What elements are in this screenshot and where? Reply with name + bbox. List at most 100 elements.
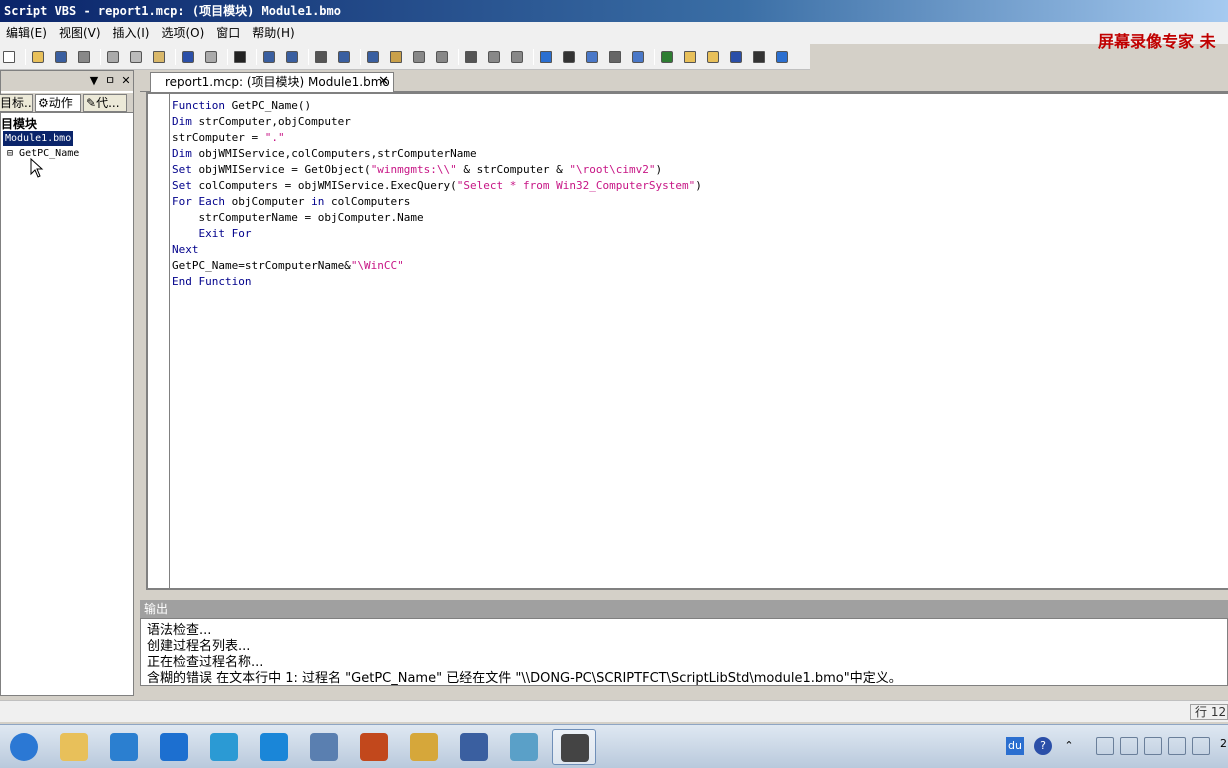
menu-item-2[interactable]: 插入(I): [107, 22, 156, 44]
toolbar-separator: [25, 49, 26, 65]
undo-icon[interactable]: [179, 48, 197, 66]
indent-icon[interactable]: [260, 48, 278, 66]
code-token: objWMIService = GetObject(: [191, 163, 371, 176]
menu-item-1[interactable]: 视图(V): [53, 22, 107, 44]
help-tray-icon[interactable]: ?: [1034, 737, 1052, 755]
tab-action-label: 动作: [48, 96, 73, 110]
tab-code[interactable]: ✎代...: [83, 94, 127, 112]
compile-icon[interactable]: [508, 48, 526, 66]
ie-icon[interactable]: [2, 729, 46, 765]
tab-target[interactable]: 目标...: [0, 94, 33, 112]
pen-icon[interactable]: [750, 48, 768, 66]
code-line: Set objWMIService = GetObject("winmgmts:…: [172, 162, 702, 178]
signal-tray-icon[interactable]: [1168, 737, 1186, 755]
code-line: Dim objWMIService,colComputers,strComput…: [172, 146, 702, 162]
syntax-icon[interactable]: [433, 48, 451, 66]
explorer-icon-glyph: [60, 733, 88, 761]
folder-icon[interactable]: [681, 48, 699, 66]
device-tray-icon[interactable]: [1144, 737, 1162, 755]
code-editor[interactable]: Function GetPC_Name() Dim strComputer,obj…: [146, 92, 1228, 590]
vbs-icon[interactable]: [552, 729, 596, 765]
open-icon[interactable]: [29, 48, 47, 66]
tree-item-label: GetPC_Name: [19, 148, 80, 159]
panel-tabs: 目标... ⚙动作 ✎代...: [0, 93, 133, 113]
wincc-icon[interactable]: [302, 729, 346, 765]
chat-app-icon[interactable]: [252, 729, 296, 765]
explorer-icon[interactable]: [52, 729, 96, 765]
tool-icon[interactable]: [387, 48, 405, 66]
tree-root[interactable]: 目模块: [1, 115, 37, 132]
copy-icon[interactable]: [127, 48, 145, 66]
code-token: strComputer,objComputer: [191, 115, 351, 128]
code-line: Dim strComputer,objComputer: [172, 114, 702, 130]
powerpoint-icon[interactable]: [352, 729, 396, 765]
expand-tray-icon[interactable]: ⌃: [1060, 737, 1078, 755]
output-icon[interactable]: [560, 48, 578, 66]
network-tray-icon[interactable]: [1096, 737, 1114, 755]
volume-tray-icon[interactable]: [1192, 737, 1210, 755]
document-tab[interactable]: report1.mcp: (项目模块) Module1.bmo ✕: [150, 72, 394, 92]
graphics-icon[interactable]: [452, 729, 496, 765]
replace-icon[interactable]: [485, 48, 503, 66]
redo-icon[interactable]: [202, 48, 220, 66]
code-line: strComputerName = objComputer.Name: [172, 210, 702, 226]
code-text[interactable]: Function GetPC_Name() Dim strComputer,obj…: [172, 98, 702, 290]
run-icon[interactable]: [629, 48, 647, 66]
dropdown-icon[interactable]: ▼: [87, 73, 101, 89]
menu-item-3[interactable]: 选项(O): [155, 22, 210, 44]
code-token: ): [695, 179, 702, 192]
du-tray-icon[interactable]: du: [1006, 737, 1024, 755]
cut-icon[interactable]: [104, 48, 122, 66]
code-token: objWMIService,colComputers,strComputerNa…: [191, 147, 477, 160]
network-app-icon-glyph: [210, 733, 238, 761]
tree-item-module1[interactable]: Module1.bmo: [3, 131, 74, 146]
watermark: 屏幕录像专家 未: [1098, 32, 1216, 51]
menu-item-5[interactable]: 帮助(H): [246, 22, 300, 44]
code-keyword: Dim: [172, 147, 192, 160]
calc-icon[interactable]: [606, 48, 624, 66]
print-icon[interactable]: [75, 48, 93, 66]
code-keyword: Next: [172, 243, 199, 256]
outdent-icon[interactable]: [283, 48, 301, 66]
code-keyword: Set: [172, 179, 192, 192]
database-icon[interactable]: [583, 48, 601, 66]
window-title: Script VBS - report1.mcp: (项目模块) Module1…: [4, 4, 341, 18]
clock[interactable]: 2: [1220, 737, 1228, 755]
menu-item-0[interactable]: 编辑(E): [0, 22, 53, 44]
draw-icon[interactable]: [364, 48, 382, 66]
close-icon[interactable]: ✕: [119, 73, 133, 89]
script-icon[interactable]: [658, 48, 676, 66]
code-token: strComputer =: [172, 131, 265, 144]
grid-app-icon[interactable]: [152, 729, 196, 765]
code-line: End Function: [172, 274, 702, 290]
new-icon[interactable]: [0, 48, 18, 66]
wrap-icon[interactable]: [335, 48, 353, 66]
clock-icon[interactable]: [773, 48, 791, 66]
tools-icon[interactable]: [402, 729, 446, 765]
toolbar-separator: [458, 49, 459, 65]
editor-app-icon[interactable]: [502, 729, 546, 765]
network-app-icon[interactable]: [202, 729, 246, 765]
close-tab-icon[interactable]: ✕: [378, 73, 389, 91]
find-icon[interactable]: [462, 48, 480, 66]
edit-tool-icon[interactable]: [410, 48, 428, 66]
align-icon[interactable]: [312, 48, 330, 66]
menu-item-4[interactable]: 窗口: [210, 22, 246, 44]
help-pointer-icon[interactable]: [231, 48, 249, 66]
code-keyword: Set: [172, 163, 192, 176]
tab-action[interactable]: ⚙动作: [35, 94, 81, 112]
output-panel-title: 输出: [140, 600, 1228, 618]
info-icon[interactable]: [537, 48, 555, 66]
code-line: GetPC_Name=strComputerName&"\WinCC": [172, 258, 702, 274]
paste-icon[interactable]: [150, 48, 168, 66]
messenger-icon[interactable]: [102, 729, 146, 765]
toolbar-separator: [533, 49, 534, 65]
pin-icon[interactable]: ㅁ: [103, 73, 117, 89]
security-tray-icon[interactable]: [1120, 737, 1138, 755]
output-panel: 语法检查... 创建过程名列表... 正在检查过程名称... 含糊的错误 在文本…: [140, 618, 1228, 686]
action-icon[interactable]: [727, 48, 745, 66]
save-icon[interactable]: [52, 48, 70, 66]
editor-app-icon-glyph: [510, 733, 538, 761]
toolbar: [0, 44, 810, 70]
toolbox-icon[interactable]: [704, 48, 722, 66]
